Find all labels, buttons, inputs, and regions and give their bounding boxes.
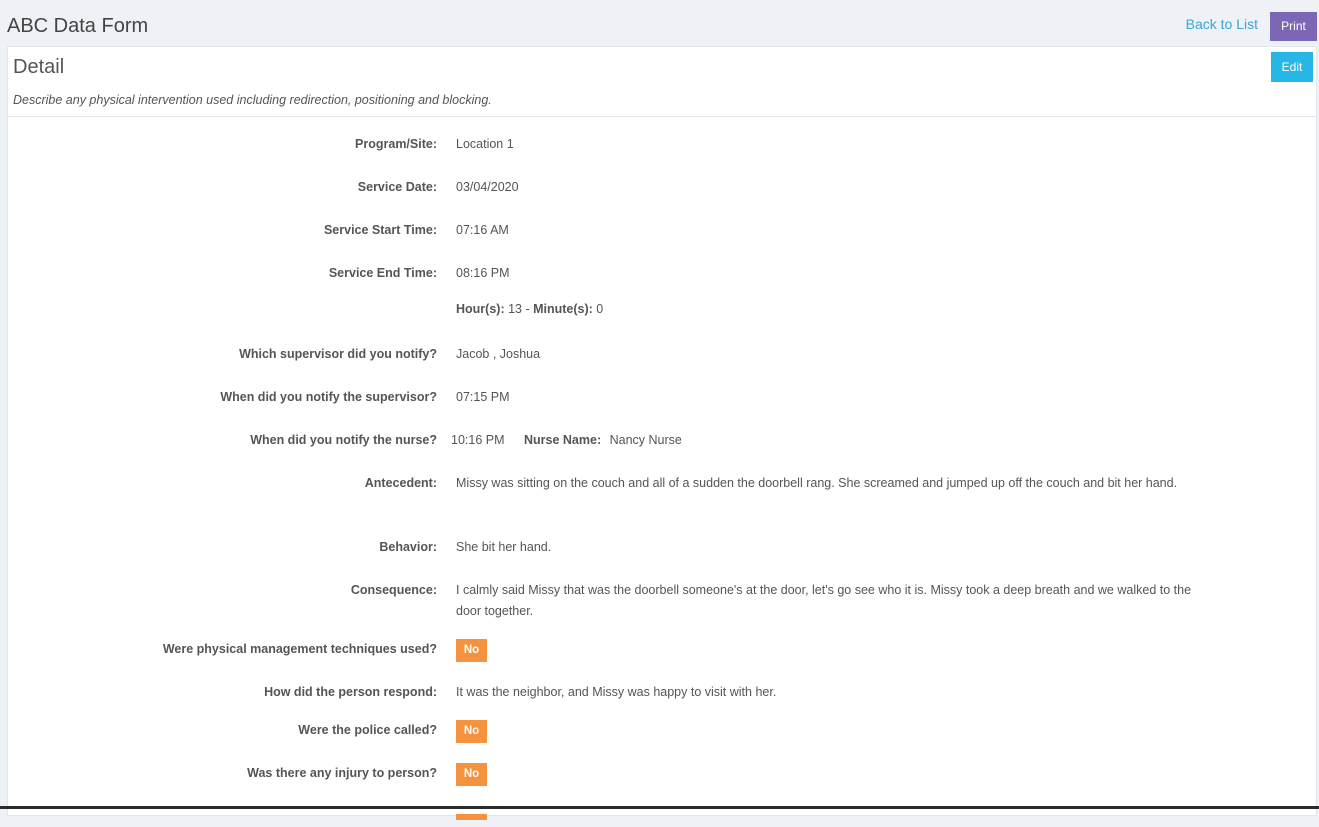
hours-label: Hour(s): <box>456 302 505 316</box>
end-time-value: 08:16 PM <box>456 266 510 280</box>
edit-button[interactable]: Edit <box>1271 52 1313 82</box>
program-site-label: Program/Site: <box>355 137 437 151</box>
detail-card: Detail Edit Describe any physical interv… <box>7 46 1317 820</box>
status-badge: No <box>456 763 487 786</box>
supervisor-label: Which supervisor did you notify? <box>239 347 437 361</box>
physical-mgmt-value: No <box>456 639 1196 662</box>
hours-value: 13 - <box>504 302 534 316</box>
minutes-label: Minute(s): <box>533 302 593 316</box>
nurse-name-value: Nancy Nurse <box>609 433 682 447</box>
physical-mgmt-label: Were physical management techniques used… <box>162 642 437 656</box>
cutoff-value <box>456 806 1196 827</box>
response-label: How did the person respond: <box>264 685 437 699</box>
supervisor-value: Jacob , Joshua <box>456 347 541 361</box>
consequence-label: Consequence: <box>350 583 437 597</box>
page-header: ABC Data Form Back to List Print <box>0 0 1319 46</box>
status-badge-partial <box>456 814 487 820</box>
duration-value: Hour(s): 13 - Minute(s): 0 <box>456 299 1196 320</box>
injury-label: Was there any injury to person? <box>247 766 437 780</box>
program-site-value: Location 1 <box>456 137 514 151</box>
service-date-label: Service Date: <box>357 180 437 194</box>
service-date-value: 03/04/2020 <box>456 180 519 194</box>
behavior-value: She bit her hand. <box>456 540 552 554</box>
injury-value: No <box>456 763 1196 786</box>
nurse-time-value: 10:16 PM <box>451 433 505 447</box>
minutes-value: 0 <box>592 302 604 316</box>
antecedent-label: Antecedent: <box>364 476 437 490</box>
print-button[interactable]: Print <box>1270 12 1317 41</box>
status-badge: No <box>456 720 487 743</box>
start-time-label: Service Start Time: <box>323 223 437 237</box>
antecedent-value: Missy was sitting on the couch and all o… <box>456 476 1178 490</box>
status-badge: No <box>456 639 487 662</box>
nurse-label: When did you notify the nurse? <box>250 433 437 447</box>
behavior-label: Behavior: <box>379 540 437 554</box>
supervisor-time-label: When did you notify the supervisor? <box>220 390 437 404</box>
response-value: It was the neighbor, and Missy was happy… <box>456 685 777 699</box>
start-time-value: 07:16 AM <box>456 223 509 237</box>
detail-subtitle: Describe any physical intervention used … <box>13 93 492 107</box>
end-time-label: Service End Time: <box>328 266 437 280</box>
police-label: Were the police called? <box>298 723 437 737</box>
back-to-list-link[interactable]: Back to List <box>1186 16 1258 32</box>
page-title: ABC Data Form <box>7 15 149 37</box>
divider <box>8 116 1316 117</box>
consequence-value: I calmly said Missy that was the doorbel… <box>456 583 1192 618</box>
nurse-name-label: Nurse Name: <box>524 433 602 447</box>
supervisor-time-value: 07:15 PM <box>456 390 510 404</box>
police-value: No <box>456 720 1196 743</box>
nurse-value: 10:16 PM Nurse Name: Nancy Nurse <box>451 430 1191 451</box>
detail-title: Detail <box>13 56 65 78</box>
